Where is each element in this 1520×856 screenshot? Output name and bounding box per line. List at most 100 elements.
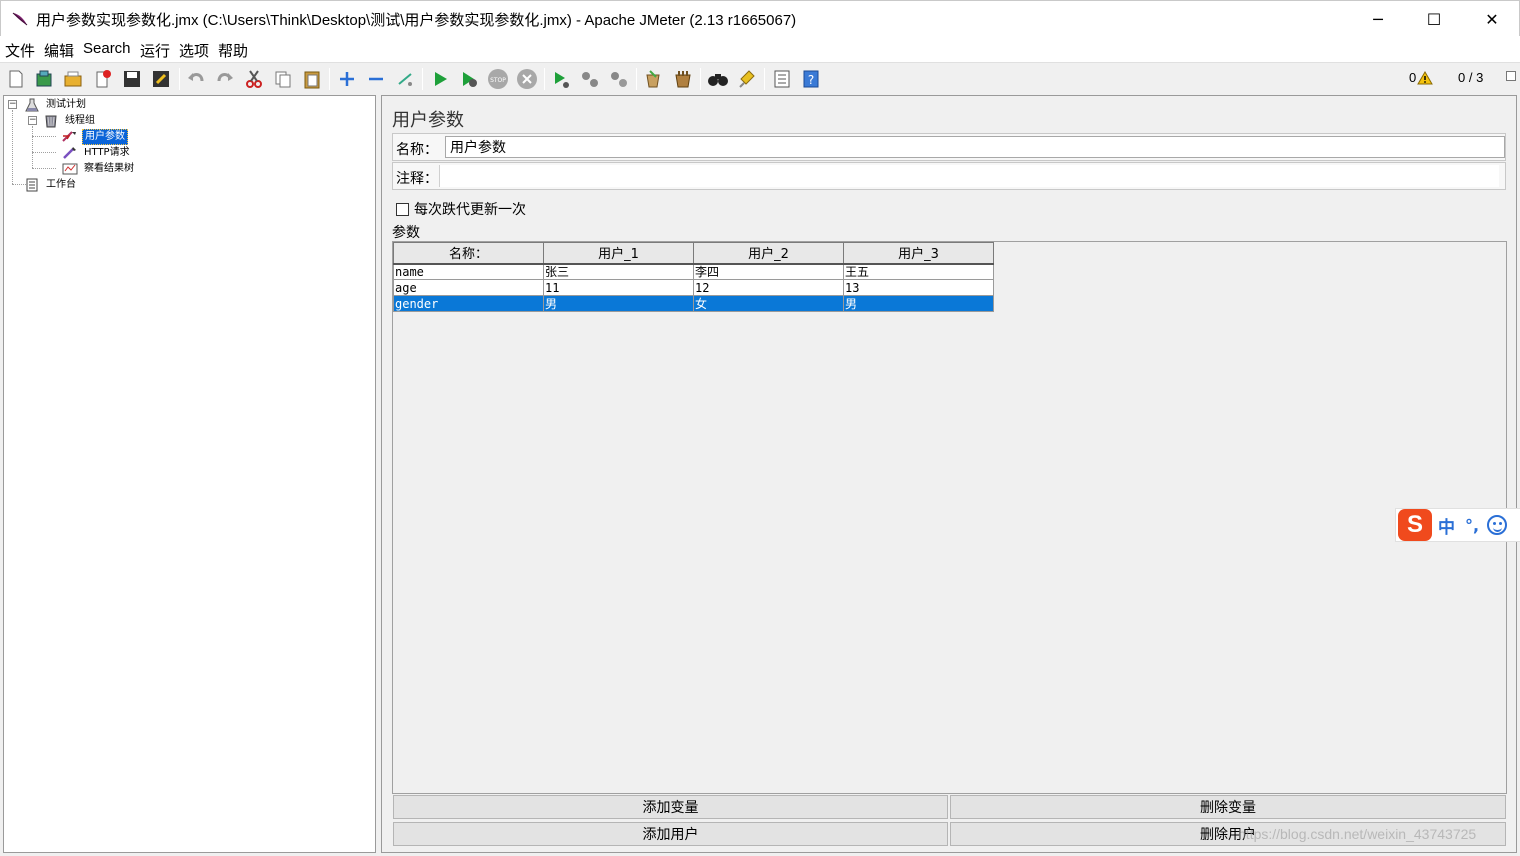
expand-all-icon[interactable] <box>335 67 359 91</box>
copy-icon[interactable] <box>271 67 295 91</box>
sogou-logo-icon[interactable]: S <box>1398 509 1432 541</box>
test-plan-tree: − − 测试计划 线程组 用户参数 HTTP请求 察看结果树 工作台 <box>3 95 376 853</box>
clear-icon[interactable] <box>641 67 665 91</box>
svg-text:?: ? <box>808 73 814 87</box>
table-cell[interactable]: 13 <box>843 279 994 296</box>
menu-help[interactable]: 帮助 <box>218 40 248 61</box>
table-cell[interactable]: name <box>393 263 544 280</box>
table-cell[interactable]: 12 <box>693 279 844 296</box>
function-helper-icon[interactable] <box>770 67 794 91</box>
active-threads: 0 / 3 <box>1458 70 1484 85</box>
tree-node-test-plan[interactable]: 测试计划 <box>24 97 88 113</box>
redo-icon[interactable] <box>213 67 237 91</box>
clear-all-icon[interactable] <box>671 67 695 91</box>
save-as-icon[interactable] <box>149 67 173 91</box>
help-icon[interactable]: ? <box>799 67 823 91</box>
tree-node-label: 线程组 <box>65 115 95 126</box>
minimize-button[interactable]: ─ <box>1349 1 1407 37</box>
tree-node-results-tree[interactable]: 察看结果树 <box>62 161 136 177</box>
user-params-icon <box>62 129 78 145</box>
watermark-text: https://blog.csdn.net/weixin_43743725 <box>1238 826 1477 842</box>
ime-toolbar[interactable]: S 中 °, <box>1395 508 1520 542</box>
comment-field-row: 注释： <box>392 162 1506 190</box>
table-row-selected[interactable]: gender 男 女 男 <box>393 295 994 312</box>
tree-node-label: 工作台 <box>46 179 76 190</box>
tree-node-http-request[interactable]: HTTP请求 <box>62 145 132 161</box>
cut-icon[interactable] <box>242 67 266 91</box>
table-cell[interactable]: 张三 <box>543 263 694 280</box>
table-row[interactable]: name 张三 李四 王五 <box>393 263 994 280</box>
table-cell[interactable]: 李四 <box>693 263 844 280</box>
reset-search-icon[interactable] <box>735 67 759 91</box>
tree-node-thread-group[interactable]: 线程组 <box>43 113 97 129</box>
toggle-icon[interactable] <box>393 67 417 91</box>
tree-collapse-toggle[interactable]: − <box>28 116 37 125</box>
close-file-icon[interactable] <box>91 67 115 91</box>
tree-node-label: HTTP请求 <box>84 147 130 158</box>
menu-run[interactable]: 运行 <box>140 40 170 61</box>
thread-group-icon <box>43 113 59 129</box>
name-input[interactable] <box>445 136 1505 158</box>
maximize-button[interactable]: ☐ <box>1405 1 1463 37</box>
new-icon[interactable] <box>4 67 28 91</box>
delete-variable-button[interactable]: 删除变量 <box>950 795 1506 819</box>
column-header[interactable]: 用户_2 <box>693 242 844 265</box>
save-icon[interactable] <box>120 67 144 91</box>
table-cell[interactable]: gender <box>393 295 544 312</box>
workbench-icon <box>24 177 40 193</box>
update-once-checkbox[interactable] <box>396 202 409 216</box>
tree-node-label: 用户参数 <box>82 129 128 145</box>
ime-punctuation-toggle[interactable]: °, <box>1465 516 1479 535</box>
add-variable-button[interactable]: 添加变量 <box>393 795 948 819</box>
params-table: 名称： 用户_1 用户_2 用户_3 name 张三 李四 王五 age 11 … <box>393 242 994 312</box>
tree-guide-line <box>12 110 13 184</box>
results-tree-icon <box>62 161 78 177</box>
page-title: 用户参数 <box>392 110 464 131</box>
shutdown-icon[interactable] <box>515 67 539 91</box>
tree-node-user-parameters[interactable]: 用户参数 <box>62 129 128 145</box>
table-cell[interactable]: 王五 <box>843 263 994 280</box>
menu-file[interactable]: 文件 <box>5 40 35 61</box>
start-icon[interactable] <box>428 67 452 91</box>
close-button[interactable]: ✕ <box>1463 1 1520 37</box>
column-header[interactable]: 名称： <box>393 242 544 265</box>
table-row[interactable]: age 11 12 13 <box>393 279 994 296</box>
remote-shutdown-icon[interactable] <box>607 67 631 91</box>
tree-collapse-toggle[interactable]: − <box>8 100 17 109</box>
ime-mode-toggle[interactable]: 中 <box>1438 513 1455 538</box>
start-no-pause-icon[interactable] <box>457 67 481 91</box>
menu-edit[interactable]: 编辑 <box>44 40 74 61</box>
remote-start-icon[interactable] <box>549 67 573 91</box>
open-icon[interactable] <box>61 67 85 91</box>
smiley-icon[interactable] <box>1487 515 1508 535</box>
table-cell[interactable]: age <box>393 279 544 296</box>
table-cell[interactable]: 男 <box>543 295 694 312</box>
toolbar-separator <box>636 68 637 90</box>
warning-icon[interactable] <box>1416 69 1434 87</box>
paste-icon[interactable] <box>300 67 324 91</box>
column-header[interactable]: 用户_1 <box>543 242 694 265</box>
table-cell[interactable]: 女 <box>693 295 844 312</box>
update-once-label: 每次跌代更新一次 <box>414 202 526 218</box>
remote-stop-icon[interactable] <box>578 67 602 91</box>
update-once-checkbox-row[interactable]: 每次跌代更新一次 <box>396 199 526 219</box>
tree-node-label: 察看结果树 <box>84 163 134 174</box>
menu-bar: 文件 编辑 Search 运行 选项 帮助 <box>0 36 1520 62</box>
menu-options[interactable]: 选项 <box>179 40 209 61</box>
collapse-all-icon[interactable] <box>364 67 388 91</box>
table-cell[interactable]: 男 <box>843 295 994 312</box>
templates-icon[interactable] <box>32 67 56 91</box>
stop-icon[interactable]: STOP <box>486 67 510 91</box>
toolbar-separator <box>179 68 180 90</box>
binoculars-icon[interactable] <box>706 67 730 91</box>
add-user-button[interactable]: 添加用户 <box>393 822 948 846</box>
menu-search[interactable]: Search <box>83 40 131 57</box>
tree-node-workbench[interactable]: 工作台 <box>24 177 78 193</box>
user-parameters-panel: 用户参数 名称： 注释： 每次跌代更新一次 参数 名称： 用户_1 用户_2 用… <box>381 95 1517 853</box>
comment-input[interactable] <box>439 165 1499 187</box>
table-cell[interactable]: 11 <box>543 279 694 296</box>
tree-guide-line <box>32 152 56 153</box>
column-header[interactable]: 用户_3 <box>843 242 994 265</box>
undo-icon[interactable] <box>184 67 208 91</box>
tree-node-label: 测试计划 <box>46 99 86 110</box>
